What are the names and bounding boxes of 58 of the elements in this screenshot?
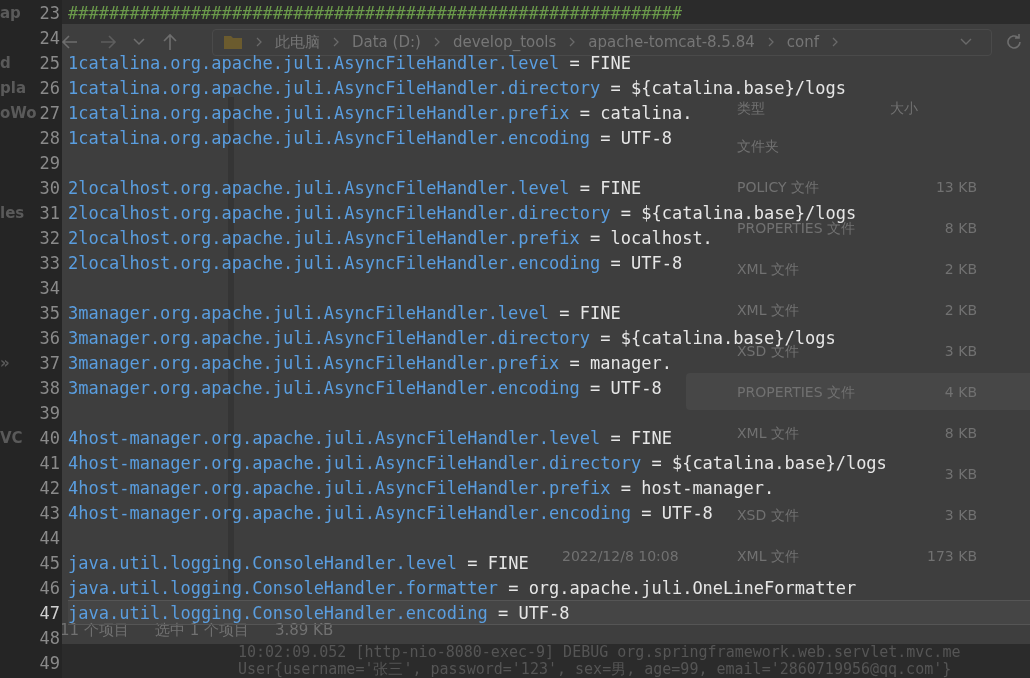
line-number: 48	[39, 628, 60, 647]
code-comment: ############################################################	[68, 4, 683, 21]
line-number: 44	[39, 528, 60, 547]
code-line: 1catalina.org.apache.juli.AsyncFileHandler.level = FINE	[68, 54, 631, 71]
code-line: 1catalina.org.apache.juli.AsyncFileHandler.encoding = UTF-8	[68, 129, 672, 146]
folder-icon	[223, 34, 243, 50]
code-line: 4host-manager.org.apache.juli.AsyncFileHandler.directory = ${catalina.base}/logs	[68, 454, 887, 471]
code-line: 2localhost.org.apache.juli.AsyncFileHandler.prefix = localhost.	[68, 229, 713, 246]
line-number: 39	[39, 403, 60, 422]
code-line: 3manager.org.apache.juli.AsyncFileHandler.level = FINE	[68, 304, 621, 321]
breadcrumb-item[interactable]: apache-tomcat-8.5.84	[588, 34, 755, 50]
breadcrumb-item[interactable]: Data (D:)	[352, 34, 421, 50]
chevron-right-icon	[568, 36, 577, 48]
line-number: 24	[39, 28, 60, 47]
code-line: 1catalina.org.apache.juli.AsyncFileHandler.prefix = catalina.	[68, 104, 693, 121]
line-number: 34	[39, 278, 60, 297]
line-number: 36	[39, 328, 60, 347]
line-number: 30	[39, 178, 60, 197]
line-number: 23	[39, 3, 60, 22]
line-number: 29	[39, 153, 60, 172]
code-line: 3manager.org.apache.juli.AsyncFileHandler.prefix = manager.	[68, 354, 672, 371]
code-line: 2localhost.org.apache.juli.AsyncFileHandler.directory = ${catalina.base}/logs	[68, 204, 857, 221]
code-line: 3manager.org.apache.juli.AsyncFileHandler.encoding = UTF-8	[68, 379, 662, 396]
line-number: 47	[39, 603, 60, 622]
project-tree-label: »	[0, 353, 10, 372]
line-number: 28	[39, 128, 60, 147]
chevron-right-icon	[332, 36, 340, 48]
line-number: 38	[39, 378, 60, 397]
line-number: 25	[39, 53, 60, 72]
code-line: 4host-manager.org.apache.juli.AsyncFileHandler.level = FINE	[68, 429, 672, 446]
chevron-right-icon	[766, 36, 775, 48]
line-number: 49	[39, 653, 60, 672]
line-number: 31	[39, 203, 60, 222]
line-number: 32	[39, 228, 60, 247]
chevron-right-icon	[432, 36, 441, 48]
line-number: 26	[39, 78, 60, 97]
line-number: 40	[39, 428, 60, 447]
line-number: 27	[39, 103, 60, 122]
line-number: 42	[39, 478, 60, 497]
refresh-icon[interactable]	[1004, 32, 1024, 52]
code-line: 4host-manager.org.apache.juli.AsyncFileHandler.prefix = host-manager.	[68, 479, 775, 496]
code-line: java.util.logging.ConsoleHandler.level = FINE	[68, 554, 529, 571]
chevron-right-icon	[255, 36, 263, 48]
line-number: 37	[39, 353, 60, 372]
breadcrumb-item[interactable]: conf	[786, 34, 819, 50]
line-number: 41	[39, 453, 60, 472]
code-line: 2localhost.org.apache.juli.AsyncFileHandler.level = FINE	[68, 179, 642, 196]
chevron-right-icon	[831, 36, 839, 48]
line-number: 43	[39, 503, 60, 522]
code-line: java.util.logging.ConsoleHandler.formatter = org.apache.juli.OneLineFormatter	[68, 579, 857, 596]
breadcrumb-item[interactable]: develop_tools	[452, 34, 557, 50]
code-line: 1catalina.org.apache.juli.AsyncFileHandler.directory = ${catalina.base}/logs	[68, 79, 846, 96]
line-number: 46	[39, 578, 60, 597]
code-line: 2localhost.org.apache.juli.AsyncFileHandler.encoding = UTF-8	[68, 254, 683, 271]
line-number: 45	[39, 553, 60, 572]
line-number: 33	[39, 253, 60, 272]
line-number: 35	[39, 303, 60, 322]
code-line: 4host-manager.org.apache.juli.AsyncFileHandler.encoding = UTF-8	[68, 504, 713, 521]
